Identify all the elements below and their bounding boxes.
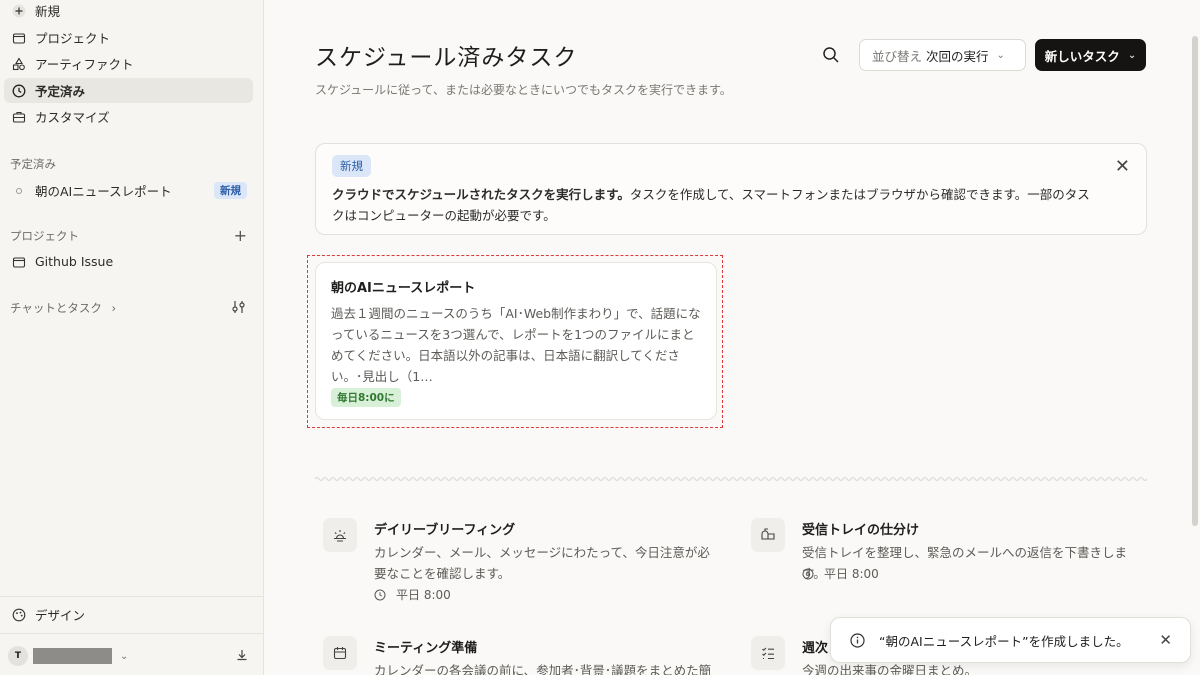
sort-value: 次回の実行 (926, 48, 989, 64)
sidebar: 新規 プロジェクト アーティファクト 予定済み カスタマイズ 予定済み 朝のAI… (0, 0, 264, 675)
sidebar-item-label: 予定済み (35, 84, 86, 99)
new-task-button[interactable]: 新しいタスク ⌄ (1035, 39, 1146, 71)
sidebar-item-label: アーティファクト (35, 57, 134, 72)
sidebar-item-design[interactable]: デザイン (4, 602, 253, 627)
chats-section-label: チャットとタスク (10, 301, 102, 315)
sidebar-item-label: デザイン (35, 608, 86, 623)
template-inbox-triage[interactable]: 受信トレイの仕分け 受信トレイを整理し、緊急のメールへの返信を下書きします。 平… (751, 518, 1151, 588)
chevron-down-icon: ⌄ (120, 650, 129, 662)
close-icon[interactable]: ✕ (1115, 156, 1130, 177)
search-icon (823, 47, 839, 63)
sidebar-item-label: プロジェクト (35, 31, 111, 46)
new-tag: 新規 (332, 155, 371, 177)
wavy-divider (315, 476, 1147, 482)
info-icon (850, 632, 865, 648)
checklist-icon (751, 636, 785, 670)
chats-section-toggle[interactable]: チャットとタスク › (10, 300, 116, 316)
sidebar-item-label: 新規 (35, 4, 61, 19)
sidebar-item-projects[interactable]: プロジェクト (4, 25, 253, 50)
divider (0, 596, 264, 597)
template-title: 週次 (802, 641, 829, 656)
sort-dropdown[interactable]: 並び替え 次回の実行 ⌄ (859, 39, 1026, 71)
page-title: スケジュール済みタスク (315, 45, 578, 71)
chevron-down-icon: ⌄ (996, 49, 1005, 61)
template-schedule: 平日 8:00 (374, 586, 451, 603)
banner-text: クラウドでスケジュールされたタスクを実行します。タスクを作成して、スマートフォン… (332, 184, 1102, 226)
task-card[interactable]: 朝のAIニュースレポート 過去１週間のニュースのうち「AI･Web制作まわり」で… (315, 262, 717, 420)
task-card-title: 朝のAIニュースレポート (331, 281, 476, 296)
clock-icon (374, 589, 386, 600)
sidebar-item-artifacts[interactable]: アーティファクト (4, 51, 253, 76)
folder-icon (12, 255, 26, 269)
chevron-down-icon: ⌄ (1127, 49, 1137, 61)
user-name-redacted (33, 648, 112, 664)
template-title: 受信トレイの仕分け (802, 523, 920, 538)
scrollbar[interactable] (1192, 36, 1198, 526)
briefcase-icon (12, 110, 26, 124)
sidebar-item-label: カスタマイズ (35, 110, 110, 125)
template-meeting-prep[interactable]: ミーティング準備 カレンダーの各会議の前に、参加者･背景･議題をまとめた簡 (323, 636, 723, 675)
banner-bold: クラウドでスケジュールされたタスクを実行します。 (332, 187, 630, 202)
info-banner: 新規 クラウドでスケジュールされたタスクを実行します。タスクを作成して、スマート… (315, 143, 1147, 235)
add-project-button[interactable]: + (234, 226, 247, 245)
plus-icon (12, 4, 26, 18)
palette-icon (12, 608, 26, 622)
mailbox-icon (751, 518, 785, 552)
template-description: カレンダーの各会議の前に、参加者･背景･議題をまとめた簡 (374, 663, 712, 675)
filter-icon[interactable] (231, 300, 247, 318)
divider (0, 633, 264, 634)
template-title: デイリーブリーフィング (374, 523, 516, 538)
circle-icon (12, 184, 26, 198)
sidebar-item-new[interactable]: 新規 (4, 0, 253, 23)
calendar-icon (323, 636, 357, 670)
sidebar-task-label: 朝のAIニュースレポート (35, 184, 172, 199)
user-menu[interactable]: T ⌄ (8, 646, 128, 666)
template-schedule: 平日 8:00 (802, 565, 879, 582)
template-title: ミーティング準備 (374, 641, 478, 656)
clock-icon (12, 84, 26, 98)
toast-text: “朝のAIニュースレポート”を作成しました。 (879, 633, 1129, 649)
template-time: 平日 8:00 (396, 588, 451, 602)
sidebar-item-label: Github Issue (35, 254, 114, 269)
artifacts-icon (12, 56, 26, 71)
page-subtitle: スケジュールに従って、または必要なときにいつでもタスクを実行できます。 (315, 83, 732, 97)
toast-notification: “朝のAIニュースレポート”を作成しました。 ✕ (830, 617, 1191, 663)
avatar: T (8, 646, 28, 666)
chevron-right-icon: › (111, 301, 117, 315)
close-icon[interactable]: ✕ (1159, 631, 1172, 649)
template-time: 平日 8:00 (824, 567, 879, 581)
new-badge: 新規 (214, 182, 247, 199)
scheduled-section-label: 予定済み (10, 157, 56, 171)
new-task-label: 新しいタスク (1044, 48, 1120, 64)
sidebar-project-github[interactable]: Github Issue (4, 249, 253, 274)
clock-icon (802, 568, 814, 579)
sidebar-item-scheduled[interactable]: 予定済み (4, 78, 253, 103)
task-card-description: 過去１週間のニュースのうち「AI･Web制作まわり」で、話題になっているニュース… (331, 306, 701, 384)
sunrise-icon (323, 518, 357, 552)
search-button[interactable] (818, 42, 844, 68)
download-icon[interactable] (235, 648, 249, 666)
projects-section-label: プロジェクト (10, 229, 79, 243)
sort-prefix: 並び替え (872, 48, 923, 64)
template-description: カレンダー、メール、メッセージにわたって、今日注意が必要なことを確認します。 (374, 545, 710, 581)
template-daily-briefing[interactable]: デイリーブリーフィング カレンダー、メール、メッセージにわたって、今日注意が必要… (323, 518, 723, 608)
schedule-badge: 毎日8:00に (331, 388, 401, 407)
sidebar-scheduled-task[interactable]: 朝のAIニュースレポート 新規 (4, 178, 253, 203)
sidebar-item-customize[interactable]: カスタマイズ (4, 104, 253, 129)
folder-icon (12, 31, 26, 45)
